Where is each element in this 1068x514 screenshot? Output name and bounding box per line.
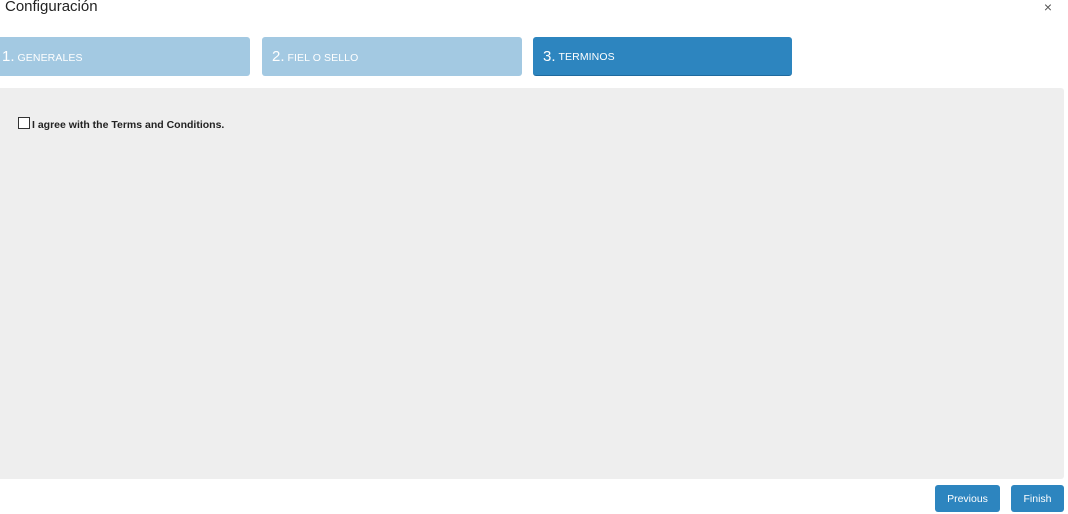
- step-label: FIEL o SELLO: [287, 51, 359, 64]
- terms-agreement[interactable]: I agree with the Terms and Conditions.: [18, 117, 225, 131]
- previous-button[interactable]: Previous: [935, 485, 1000, 512]
- terms-checkbox[interactable]: [18, 117, 30, 129]
- finish-button[interactable]: Finish: [1011, 485, 1064, 512]
- step-content-panel: I agree with the Terms and Conditions.: [0, 88, 1064, 479]
- step-label: TERMINOS: [558, 51, 615, 63]
- step-label: GENERALES: [17, 51, 83, 64]
- close-icon[interactable]: ×: [1044, 0, 1052, 14]
- terms-checkbox-label: I agree with the Terms and Conditions.: [32, 119, 225, 131]
- step-fiel-o-sello[interactable]: 2. FIEL o SELLO: [262, 37, 522, 76]
- dialog-title: Configuración: [5, 0, 98, 15]
- step-generales[interactable]: 1. GENERALES: [0, 37, 250, 76]
- step-number: 1.: [2, 48, 15, 65]
- step-number: 2.: [272, 48, 285, 65]
- wizard-steps: 1. GENERALES 2. FIEL o SELLO 3. TERMINOS: [0, 37, 800, 77]
- step-number: 3.: [543, 47, 556, 65]
- step-terminos[interactable]: 3. TERMINOS: [533, 37, 792, 76]
